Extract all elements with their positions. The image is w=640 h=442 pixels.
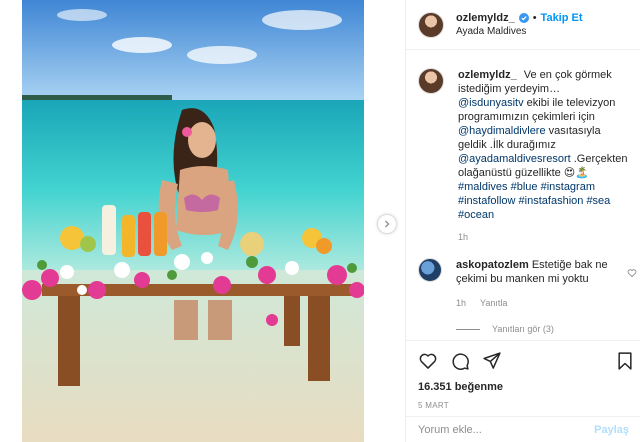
comment-time: 1h bbox=[456, 298, 467, 308]
author-username[interactable]: ozlemyldz_ bbox=[456, 11, 515, 25]
chevron-right-icon bbox=[385, 220, 390, 228]
hashtag-link[interactable]: #instafashion bbox=[519, 195, 584, 207]
maldives-photo-illustration bbox=[22, 0, 364, 442]
hashtag-link[interactable]: #ocean bbox=[458, 209, 494, 221]
hashtag-link[interactable]: #instagram bbox=[541, 181, 595, 193]
hashtag-link[interactable]: #instafollow bbox=[458, 195, 515, 207]
post-header: ozlemyldz_ • Takip Et Ayada Maldives bbox=[406, 0, 640, 50]
post-media bbox=[0, 0, 405, 442]
post-comment-button[interactable]: Paylaş bbox=[594, 424, 629, 436]
post-photo[interactable] bbox=[22, 0, 364, 442]
post-sidebar: ozlemyldz_ • Takip Et Ayada Maldives ozl… bbox=[405, 0, 640, 442]
post-actions: 16.351 beğenme 5 MART bbox=[406, 340, 640, 410]
caption: ozlemyldz_ Ve en çok görmek istediğim ye… bbox=[406, 50, 640, 244]
like-comment-heart-icon[interactable] bbox=[627, 268, 637, 278]
add-comment-bar: Paylaş bbox=[406, 416, 640, 442]
comment-bubble-icon[interactable] bbox=[450, 351, 470, 371]
separator-dot: • bbox=[532, 11, 537, 24]
hashtag-link[interactable]: #maldives bbox=[458, 181, 508, 193]
hashtag-link[interactable]: #blue bbox=[511, 181, 538, 193]
post-location[interactable]: Ayada Maldives bbox=[456, 25, 583, 39]
caption-time: 1h bbox=[458, 232, 469, 242]
reply-button[interactable]: Yanıtla bbox=[480, 296, 507, 310]
mention-link[interactable]: @ayadamaldivesresort bbox=[458, 153, 571, 165]
post-date: 5 MART bbox=[418, 401, 449, 410]
mention-link[interactable]: @haydimaldivlere bbox=[458, 125, 546, 137]
author-avatar[interactable] bbox=[418, 11, 444, 38]
caption-username[interactable]: ozlemyldz_ bbox=[458, 69, 517, 81]
caption-text: Ve en çok görmek istediğim yerdeyim… @is… bbox=[458, 69, 628, 221]
likes-count[interactable]: 16.351 beğenme bbox=[418, 381, 629, 393]
caption-avatar[interactable] bbox=[418, 68, 444, 94]
follow-button[interactable]: Takip Et bbox=[541, 11, 583, 25]
share-paper-plane-icon[interactable] bbox=[482, 351, 502, 371]
view-replies-label: Yanıtları gör (3) bbox=[492, 324, 554, 334]
mention-link[interactable]: @isdunyasitv bbox=[458, 97, 524, 109]
comment-item: askopatozlem Estetiğe bak ne çekimi bu m… bbox=[406, 244, 640, 310]
commenter-username[interactable]: askopatozlem bbox=[456, 259, 529, 271]
comments-list[interactable]: ozlemyldz_ Ve en çok görmek istediğim ye… bbox=[406, 50, 640, 340]
comment-input[interactable] bbox=[418, 423, 589, 436]
verified-badge-icon bbox=[518, 12, 529, 23]
next-image-button[interactable] bbox=[377, 214, 397, 234]
commenter-avatar[interactable] bbox=[418, 258, 442, 282]
like-heart-icon[interactable] bbox=[418, 351, 438, 371]
instagram-post: ozlemyldz_ • Takip Et Ayada Maldives ozl… bbox=[0, 0, 640, 442]
hashtag-link[interactable]: #sea bbox=[586, 195, 610, 207]
view-replies-button[interactable]: Yanıtları gör (3) bbox=[456, 324, 640, 334]
replies-divider bbox=[456, 328, 480, 330]
save-bookmark-icon[interactable] bbox=[615, 351, 635, 371]
